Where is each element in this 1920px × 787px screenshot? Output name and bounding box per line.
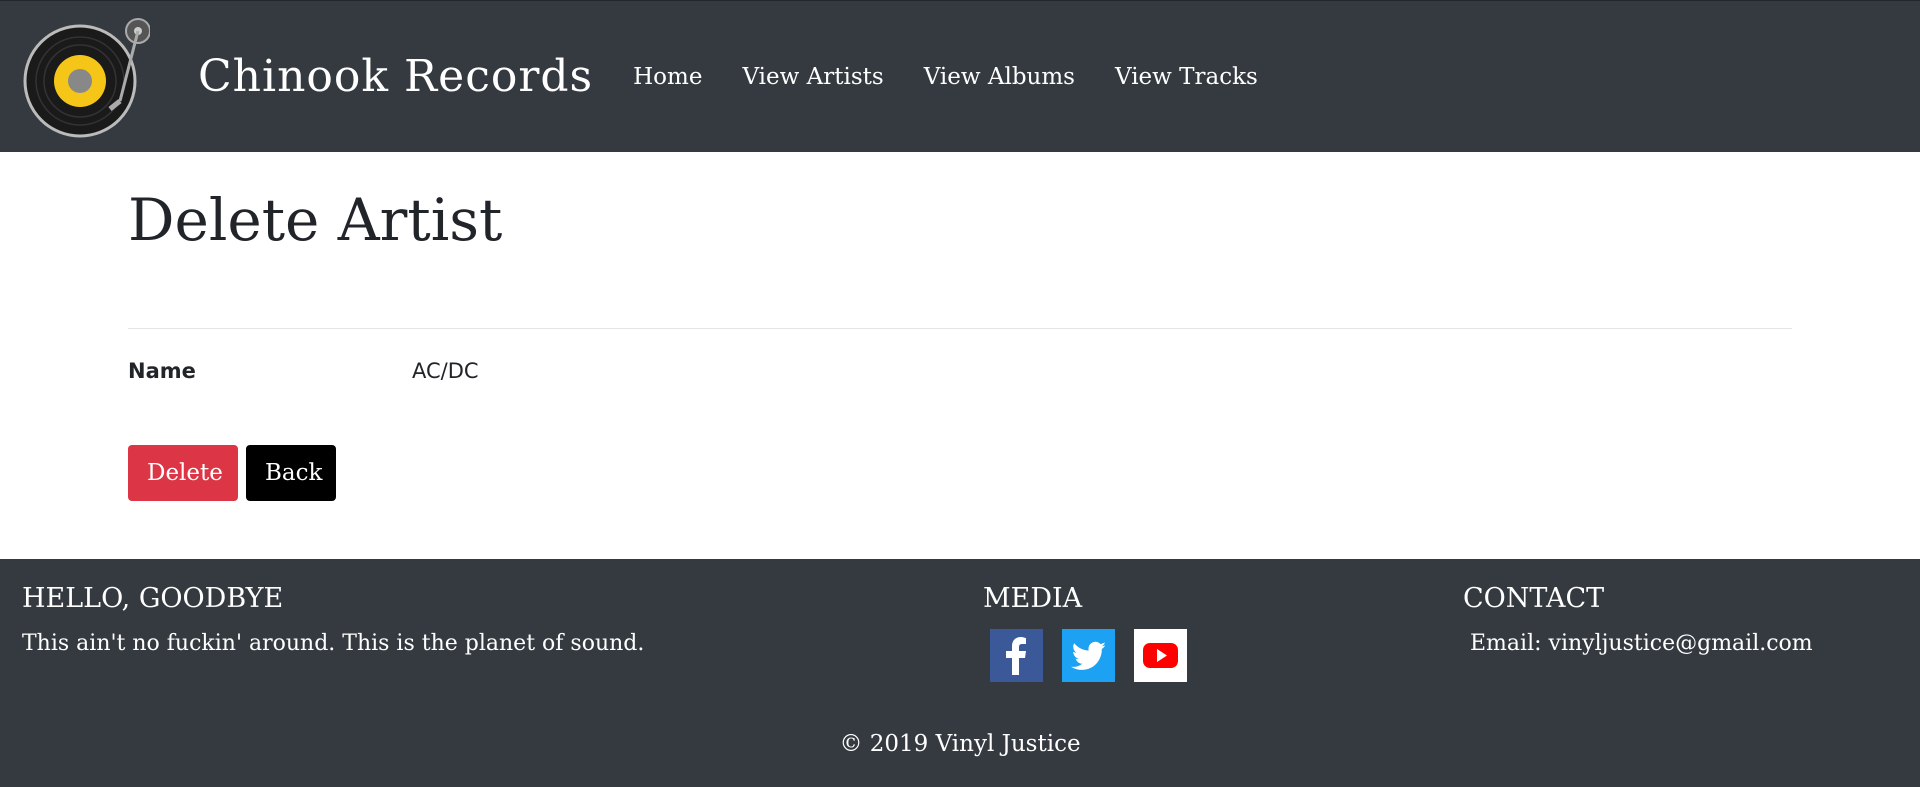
detail-value: AC/DC: [412, 358, 479, 383]
navbar: Chinook Records Home View Artists View A…: [0, 0, 1920, 152]
nav-view-tracks[interactable]: View Tracks: [1115, 64, 1258, 90]
brand-title[interactable]: Chinook Records: [198, 51, 593, 102]
nav-view-artists[interactable]: View Artists: [742, 64, 883, 90]
footer-heading-media: MEDIA: [983, 583, 1083, 614]
youtube-icon[interactable]: [1134, 629, 1187, 682]
nav-links: Home View Artists View Albums View Track…: [633, 64, 1298, 90]
divider: [128, 327, 1792, 329]
social-links: [990, 629, 1206, 682]
form-actions: Delete Back: [128, 444, 1792, 501]
detail-row-name: Name AC/DC: [128, 359, 1792, 383]
footer-contact-email: Email: vinyljustice@gmail.com: [1470, 631, 1813, 656]
main-content: Delete Artist Name AC/DC Delete Back: [0, 152, 1920, 559]
nav-view-albums[interactable]: View Albums: [924, 64, 1075, 90]
footer-heading-contact: CONTACT: [1463, 583, 1605, 614]
copyright: © 2019 Vinyl Justice: [839, 731, 1081, 757]
footer-heading-hello: HELLO, GOODBYE: [22, 583, 284, 614]
back-button[interactable]: Back: [246, 444, 336, 501]
delete-button[interactable]: Delete: [128, 444, 238, 501]
footer: HELLO, GOODBYE This ain't no fuckin' aro…: [0, 559, 1920, 787]
vinyl-record-icon[interactable]: [22, 13, 150, 141]
facebook-icon[interactable]: [990, 629, 1043, 682]
page-title: Delete Artist: [128, 186, 503, 254]
footer-tagline: This ain't no fuckin' around. This is th…: [22, 631, 645, 656]
detail-label: Name: [128, 358, 196, 383]
nav-home[interactable]: Home: [633, 64, 702, 90]
twitter-icon[interactable]: [1062, 629, 1115, 682]
